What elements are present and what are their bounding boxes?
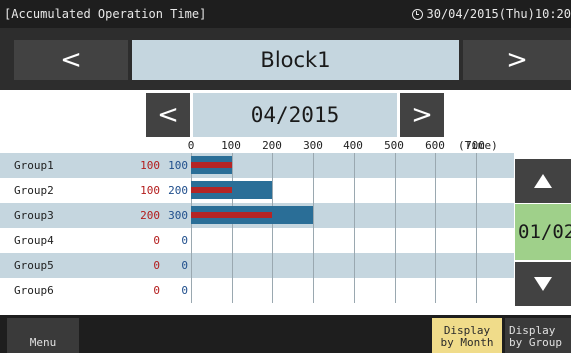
value-blue: 0 xyxy=(181,234,188,247)
group-name: Group5 xyxy=(14,259,54,272)
tick-label: 100 xyxy=(221,139,241,152)
tick-label: 600 xyxy=(425,139,445,152)
display-by-month-button[interactable]: Display by Month xyxy=(432,318,502,353)
value-blue: 100 xyxy=(168,159,188,172)
month-label: 04/2015 xyxy=(193,93,397,137)
table-row: Group6 0 0 xyxy=(0,278,514,303)
block-prev-button[interactable]: < xyxy=(14,40,128,80)
group-name: Group3 xyxy=(14,209,54,222)
group-name: Group2 xyxy=(14,184,54,197)
by-month-line2: by Month xyxy=(440,336,494,349)
value-blue: 200 xyxy=(168,184,188,197)
page-indicator: 01/02 xyxy=(515,204,571,260)
block-name: Block1 xyxy=(132,40,459,80)
table-row: Group4 0 0 xyxy=(0,228,514,253)
datetime-display: 30/04/2015(Thu)10:20 xyxy=(411,7,571,21)
triangle-down-icon xyxy=(534,277,552,291)
tick-label: 400 xyxy=(343,139,363,152)
gridline xyxy=(435,153,437,303)
gridline xyxy=(475,153,477,303)
page-down-button[interactable] xyxy=(515,262,571,306)
bar-red xyxy=(191,162,232,168)
page-up-button[interactable] xyxy=(515,159,571,203)
block-next-button[interactable]: > xyxy=(463,40,571,80)
by-group-line2: by Group xyxy=(509,336,562,349)
group-name: Group6 xyxy=(14,284,54,297)
value-blue: 300 xyxy=(168,209,188,222)
bar-red xyxy=(191,212,273,218)
gridline xyxy=(313,153,315,303)
title-bar: [Accumulated Operation Time] 30/04/2015(… xyxy=(0,0,571,28)
table-row: Group1 100 100 xyxy=(0,153,514,178)
value-blue: 0 xyxy=(181,259,188,272)
value-red: 0 xyxy=(153,259,160,272)
display-by-group-button[interactable]: Display by Group xyxy=(505,318,571,353)
gridline xyxy=(191,153,192,303)
tick-label: 200 xyxy=(262,139,282,152)
screen-title: [Accumulated Operation Time] xyxy=(4,7,207,21)
value-red: 100 xyxy=(140,184,160,197)
triangle-up-icon xyxy=(534,174,552,188)
tick-label: 0 xyxy=(187,139,195,152)
value-red: 0 xyxy=(153,284,160,297)
axis-unit-label: (Time) xyxy=(458,139,498,152)
tick-label: 500 xyxy=(384,139,404,152)
value-red: 100 xyxy=(140,159,160,172)
gridline xyxy=(394,153,396,303)
menu-button[interactable]: Menu xyxy=(7,318,79,353)
value-red: 0 xyxy=(153,234,160,247)
gridline xyxy=(272,153,274,303)
table-row: Group5 0 0 xyxy=(0,253,514,278)
gridline xyxy=(353,153,355,303)
group-name: Group4 xyxy=(14,234,54,247)
clock-icon xyxy=(411,8,423,20)
value-blue: 0 xyxy=(181,284,188,297)
tick-label: 300 xyxy=(303,139,323,152)
group-name: Group1 xyxy=(14,159,54,172)
bar-red xyxy=(191,187,232,193)
value-red: 200 xyxy=(140,209,160,222)
month-next-button[interactable]: > xyxy=(400,93,444,137)
gridline xyxy=(231,153,233,303)
month-prev-button[interactable]: < xyxy=(146,93,190,137)
datetime-text: 30/04/2015(Thu)10:20 xyxy=(426,7,571,21)
